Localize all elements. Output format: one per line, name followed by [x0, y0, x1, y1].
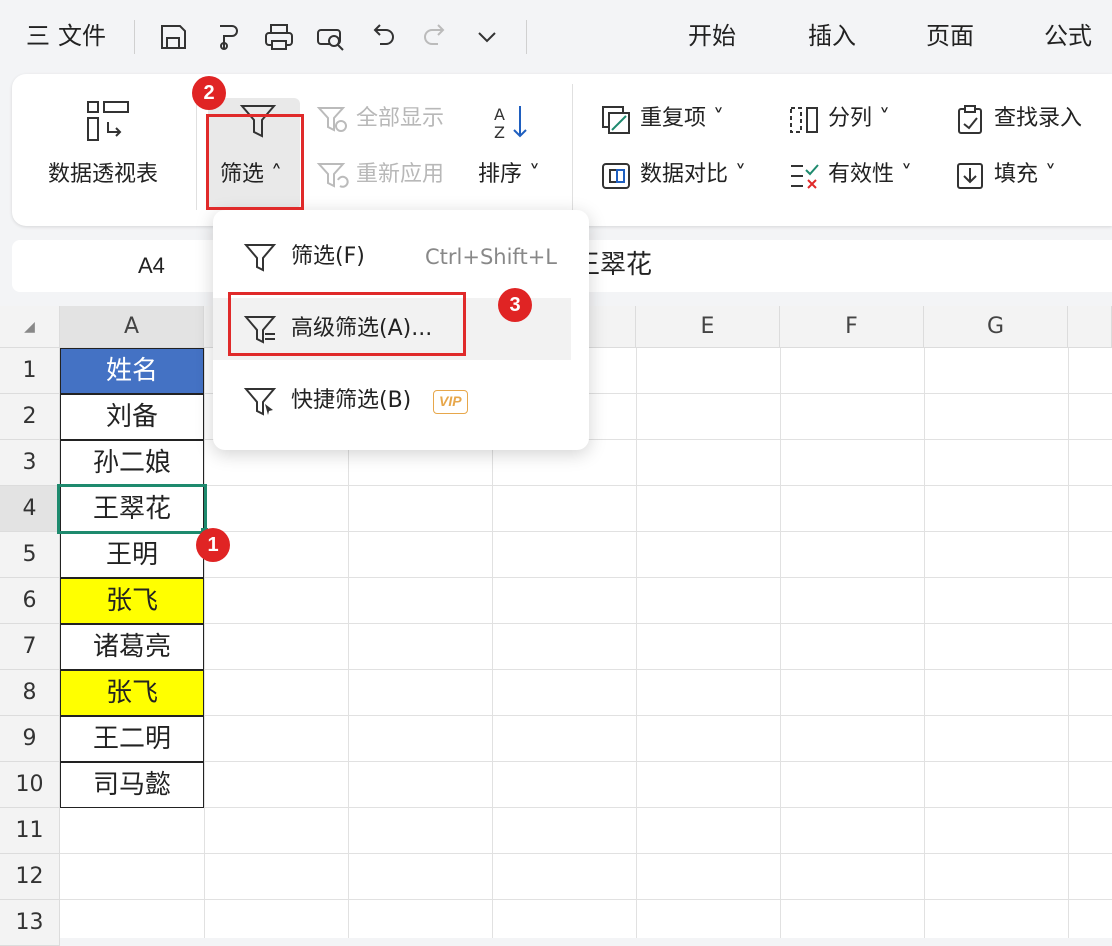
lookup-entry-button[interactable]: 查找录入: [994, 104, 1082, 134]
lookup-entry-icon: [958, 105, 982, 134]
menu-icon[interactable]: 三: [26, 18, 50, 54]
gridline: [60, 853, 1112, 854]
divider: [572, 84, 573, 214]
validity-icon: [791, 164, 819, 189]
cell-a3[interactable]: 孙二娘: [60, 440, 204, 486]
row-header[interactable]: 4: [0, 486, 60, 532]
tab-insert[interactable]: 插入: [808, 18, 856, 54]
gridline: [60, 807, 1112, 808]
row-header[interactable]: 6: [0, 578, 60, 624]
gridline: [1068, 348, 1069, 938]
ribbon: 数据透视表 筛选 ˄ 全部显示 重新应用 A Z 排序 ˅ 重复项 ˅ 数据对比…: [12, 74, 1112, 226]
column-header[interactable]: E: [636, 306, 780, 348]
show-all-button[interactable]: 全部显示: [356, 104, 444, 134]
show-all-icon: [316, 107, 347, 132]
column-header[interactable]: F: [780, 306, 924, 348]
menu-item-quick-filter[interactable]: 快捷筛选(B) VIP: [213, 370, 589, 432]
row-header[interactable]: 9: [0, 716, 60, 762]
cell-a2[interactable]: 刘备: [60, 394, 204, 440]
divider: [196, 92, 197, 210]
select-all-corner[interactable]: ◢: [0, 306, 60, 348]
undo-icon[interactable]: [366, 20, 400, 54]
cell-a6[interactable]: 张飞: [60, 578, 204, 624]
quick-filter-icon: [243, 388, 277, 416]
reapply-icon: [316, 163, 349, 188]
row-header[interactable]: 10: [0, 762, 60, 808]
row-header[interactable]: 11: [0, 808, 60, 854]
row-header[interactable]: 7: [0, 624, 60, 670]
print-preview-icon[interactable]: [314, 20, 348, 54]
tab-page[interactable]: 页面: [926, 18, 974, 54]
print-icon[interactable]: [262, 20, 296, 54]
validity-button[interactable]: 有效性 ˅: [828, 160, 912, 190]
cell-a5[interactable]: 王明: [60, 532, 204, 578]
divider: [526, 20, 527, 54]
cell-a9[interactable]: 王二明: [60, 716, 204, 762]
column-header[interactable]: A: [60, 306, 204, 348]
gridline: [60, 761, 1112, 762]
cell-a8[interactable]: 张飞: [60, 670, 204, 716]
gridline: [60, 899, 1112, 900]
selection-outline: [57, 484, 207, 534]
reapply-button[interactable]: 重新应用: [356, 160, 444, 190]
duplicates-icon: [602, 106, 630, 134]
title-bar: 三 文件 开始 插入 页面 公式: [0, 0, 1112, 74]
row-header[interactable]: 5: [0, 532, 60, 578]
tab-home[interactable]: 开始: [688, 18, 736, 54]
data-compare-button[interactable]: 数据对比 ˅: [640, 160, 746, 190]
menu-item-shortcut: Ctrl+Shift+L: [425, 245, 557, 269]
step-badge-3: 3: [498, 288, 532, 322]
tab-formula[interactable]: 公式: [1044, 18, 1092, 54]
sort-icon[interactable]: A Z: [490, 100, 534, 144]
fill-button[interactable]: 填充 ˅: [994, 160, 1056, 190]
gridline: [780, 348, 781, 938]
gridline: [924, 348, 925, 938]
pivot-table-button[interactable]: 数据透视表: [48, 160, 158, 190]
column-header[interactable]: [1068, 306, 1112, 348]
row-header[interactable]: 3: [0, 440, 60, 486]
svg-text:Z: Z: [494, 123, 505, 142]
highlight-box-advanced-filter: [228, 292, 466, 356]
cell-a10[interactable]: 司马懿: [60, 762, 204, 808]
funnel-icon: [243, 244, 277, 272]
gridline: [60, 485, 1112, 486]
highlight-box-filter: [206, 114, 304, 210]
menu-item-label: 筛选(F): [291, 244, 365, 269]
more-chevron-icon[interactable]: [470, 20, 504, 54]
pivot-table-icon[interactable]: [84, 100, 134, 144]
divider: [134, 20, 135, 54]
redo-icon[interactable]: [418, 20, 452, 54]
row-header[interactable]: 8: [0, 670, 60, 716]
data-compare-icon: [602, 163, 630, 189]
step-badge-1: 1: [196, 528, 230, 562]
svg-text:A: A: [494, 105, 505, 124]
row-header[interactable]: 13: [0, 900, 60, 946]
vip-badge: VIP: [433, 390, 468, 414]
gridline: [60, 669, 1112, 670]
row-header[interactable]: 2: [0, 394, 60, 440]
fill-icon: [957, 163, 983, 189]
row-header[interactable]: 12: [0, 854, 60, 900]
sort-button[interactable]: 排序 ˅: [478, 160, 540, 190]
row-header[interactable]: 1: [0, 348, 60, 394]
format-painter-icon[interactable]: [210, 20, 244, 54]
save-icon[interactable]: [156, 20, 190, 54]
file-menu[interactable]: 文件: [58, 18, 106, 54]
menu-item-label: 快捷筛选(B): [291, 388, 412, 413]
gridline: [204, 348, 205, 938]
menu-item-filter[interactable]: 筛选(F) Ctrl+Shift+L: [213, 226, 589, 288]
gridline: [60, 623, 1112, 624]
gridline: [60, 577, 1112, 578]
gridline: [60, 715, 1112, 716]
split-columns-button[interactable]: 分列 ˅: [828, 104, 890, 134]
split-columns-icon: [790, 107, 818, 133]
gridline: [636, 348, 637, 938]
cell-a7[interactable]: 诸葛亮: [60, 624, 204, 670]
step-badge-2: 2: [192, 76, 226, 110]
cell-reference: A4: [138, 253, 165, 278]
column-header[interactable]: G: [924, 306, 1068, 348]
duplicates-button[interactable]: 重复项 ˅: [640, 104, 724, 134]
cell-a1-header[interactable]: 姓名: [60, 348, 204, 394]
